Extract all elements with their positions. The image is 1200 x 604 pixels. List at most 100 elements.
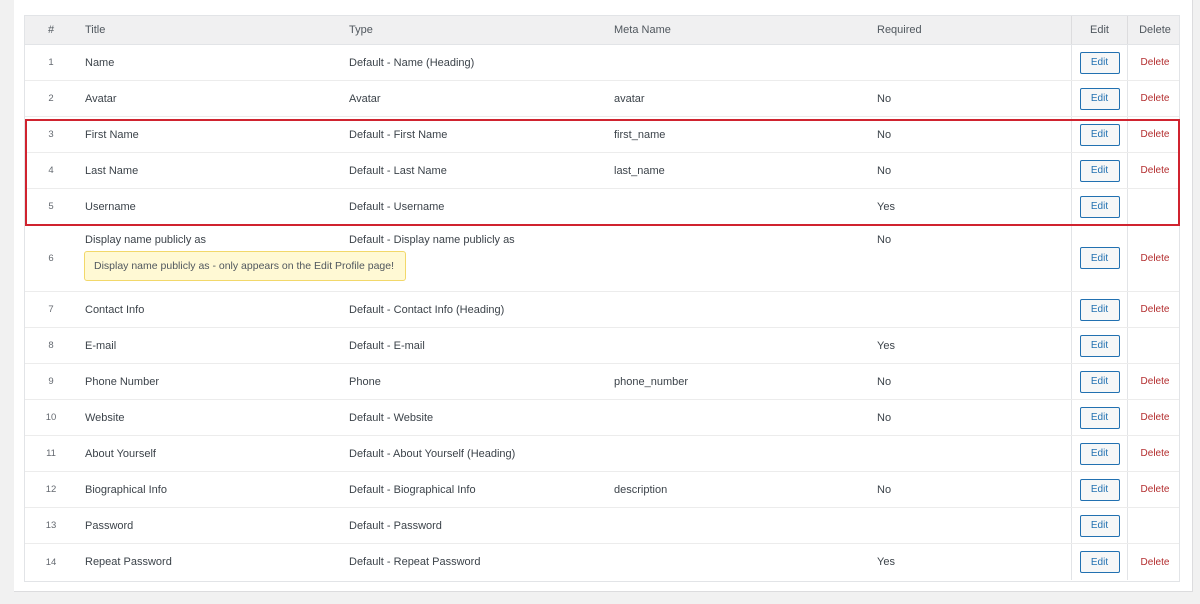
- edit-button[interactable]: Edit: [1079, 406, 1120, 429]
- field-type: Default - Biographical Info: [349, 483, 476, 496]
- field-tooltip: Display name publicly as - only appears …: [84, 251, 406, 281]
- field-type: Default - Password: [349, 519, 442, 532]
- field-meta-name: first_name: [614, 128, 666, 141]
- delete-cell: Delete: [1127, 364, 1182, 399]
- field-type: Default - Last Name: [349, 164, 447, 177]
- field-title: Avatar: [85, 92, 117, 105]
- header-meta-name: Meta Name: [614, 24, 671, 36]
- row-number: 4: [48, 165, 54, 176]
- table-row: 12 Biographical Info Default - Biographica…: [25, 472, 1179, 508]
- delete-link[interactable]: Delete: [1141, 557, 1170, 568]
- field-type: Default - First Name: [349, 128, 448, 141]
- field-meta-name: last_name: [614, 164, 665, 177]
- delete-cell: Delete: [1127, 117, 1182, 152]
- field-title: First Name: [85, 128, 139, 141]
- edit-button[interactable]: Edit: [1079, 442, 1120, 465]
- edit-button[interactable]: Edit: [1079, 370, 1120, 393]
- edit-cell: Edit: [1071, 225, 1127, 291]
- field-type: Default - Contact Info (Heading): [349, 303, 505, 316]
- field-title: Username: [85, 200, 136, 213]
- delete-link[interactable]: Delete: [1141, 484, 1170, 495]
- edit-button[interactable]: Edit: [1079, 334, 1120, 357]
- edit-cell: Edit: [1071, 544, 1127, 580]
- delete-link[interactable]: Delete: [1141, 448, 1170, 459]
- table-row: 13 Password Default - Password Edit: [25, 508, 1179, 544]
- delete-cell: Delete: [1127, 544, 1182, 580]
- delete-link[interactable]: Delete: [1141, 304, 1170, 315]
- field-required: No: [877, 234, 892, 246]
- header-title: Title: [85, 24, 106, 36]
- field-type: Default - Username: [349, 200, 445, 213]
- field-required: No: [877, 483, 892, 496]
- edit-button[interactable]: Edit: [1079, 298, 1120, 321]
- delete-cell: [1127, 328, 1182, 363]
- field-meta-name: avatar: [614, 92, 645, 105]
- edit-cell: Edit: [1071, 400, 1127, 435]
- delete-cell: Delete: [1127, 472, 1182, 507]
- table-row: 10 Website Default - Website No Edit Delete: [25, 400, 1179, 436]
- row-number: 6: [48, 252, 54, 264]
- fields-table: # Title Type Meta Name Required Edit Del…: [24, 15, 1180, 582]
- field-required: No: [877, 411, 892, 424]
- edit-cell: Edit: [1071, 328, 1127, 363]
- field-title: Biographical Info: [85, 483, 167, 496]
- row-number: 7: [48, 304, 54, 315]
- header-delete: Delete: [1127, 16, 1182, 44]
- edit-button[interactable]: Edit: [1079, 159, 1120, 182]
- table-row: 9 Phone Number Phone phone_number No Edit Dele…: [25, 364, 1179, 400]
- field-meta-name: description: [614, 483, 668, 496]
- delete-link[interactable]: Delete: [1141, 165, 1170, 176]
- field-type: Default - Repeat Password: [349, 556, 481, 568]
- edit-button[interactable]: Edit: [1079, 195, 1120, 218]
- row-number: 12: [45, 484, 57, 495]
- edit-cell: Edit: [1071, 81, 1127, 116]
- table-row: 14 Repeat Password Default - Repeat Passwo…: [25, 544, 1179, 580]
- delete-cell: [1127, 508, 1182, 543]
- table-header: # Title Type Meta Name Required Edit Del…: [25, 16, 1179, 45]
- field-required: Yes: [877, 339, 895, 352]
- row-number: 2: [48, 93, 54, 104]
- edit-button[interactable]: Edit: [1079, 247, 1120, 269]
- row-number: 3: [48, 129, 54, 140]
- delete-link[interactable]: Delete: [1141, 253, 1170, 264]
- row-number: 13: [45, 520, 57, 531]
- table-row: 5 Username Default - Username Yes Edit: [25, 189, 1179, 225]
- table-row: 2 Avatar Avatar avatar No Edit Delete: [25, 81, 1179, 117]
- row-number: 14: [45, 556, 57, 568]
- edit-cell: Edit: [1071, 472, 1127, 507]
- table-row: 7 Contact Info Default - Contact Info (Hea…: [25, 292, 1179, 328]
- edit-button[interactable]: Edit: [1079, 87, 1120, 110]
- delete-link[interactable]: Delete: [1141, 93, 1170, 104]
- field-required: No: [877, 128, 892, 141]
- table-row: 8 E-mail Default - E-mail Yes Edit: [25, 328, 1179, 364]
- edit-cell: Edit: [1071, 45, 1127, 80]
- field-required: No: [877, 92, 892, 105]
- row-number: 8: [48, 340, 54, 351]
- row-number: 1: [48, 57, 54, 68]
- edit-button[interactable]: Edit: [1079, 123, 1120, 146]
- edit-button[interactable]: Edit: [1079, 551, 1120, 573]
- delete-cell: Delete: [1127, 400, 1182, 435]
- delete-link[interactable]: Delete: [1141, 412, 1170, 423]
- delete-cell: Delete: [1127, 153, 1182, 188]
- header-required: Required: [877, 24, 922, 36]
- field-type: Default - E-mail: [349, 339, 425, 352]
- delete-cell: Delete: [1127, 81, 1182, 116]
- table-row: 4 Last Name Default - Last Name last_name No…: [25, 153, 1179, 189]
- delete-cell: Delete: [1127, 292, 1182, 327]
- delete-cell: Delete: [1127, 225, 1182, 291]
- table-row: 3 First Name Default - First Name first_nam…: [25, 117, 1179, 153]
- edit-button[interactable]: Edit: [1079, 51, 1120, 74]
- field-type: Default - About Yourself (Heading): [349, 447, 516, 460]
- field-type: Default - Website: [349, 411, 434, 424]
- field-title: E-mail: [85, 339, 117, 352]
- delete-link[interactable]: Delete: [1141, 376, 1170, 387]
- edit-button[interactable]: Edit: [1079, 478, 1120, 501]
- field-required: Yes: [877, 556, 895, 568]
- field-type: Default - Name (Heading): [349, 56, 475, 69]
- edit-button[interactable]: Edit: [1079, 514, 1120, 537]
- delete-cell: Delete: [1127, 436, 1182, 471]
- delete-link[interactable]: Delete: [1141, 129, 1170, 140]
- delete-link[interactable]: Delete: [1141, 57, 1170, 68]
- edit-cell: Edit: [1071, 292, 1127, 327]
